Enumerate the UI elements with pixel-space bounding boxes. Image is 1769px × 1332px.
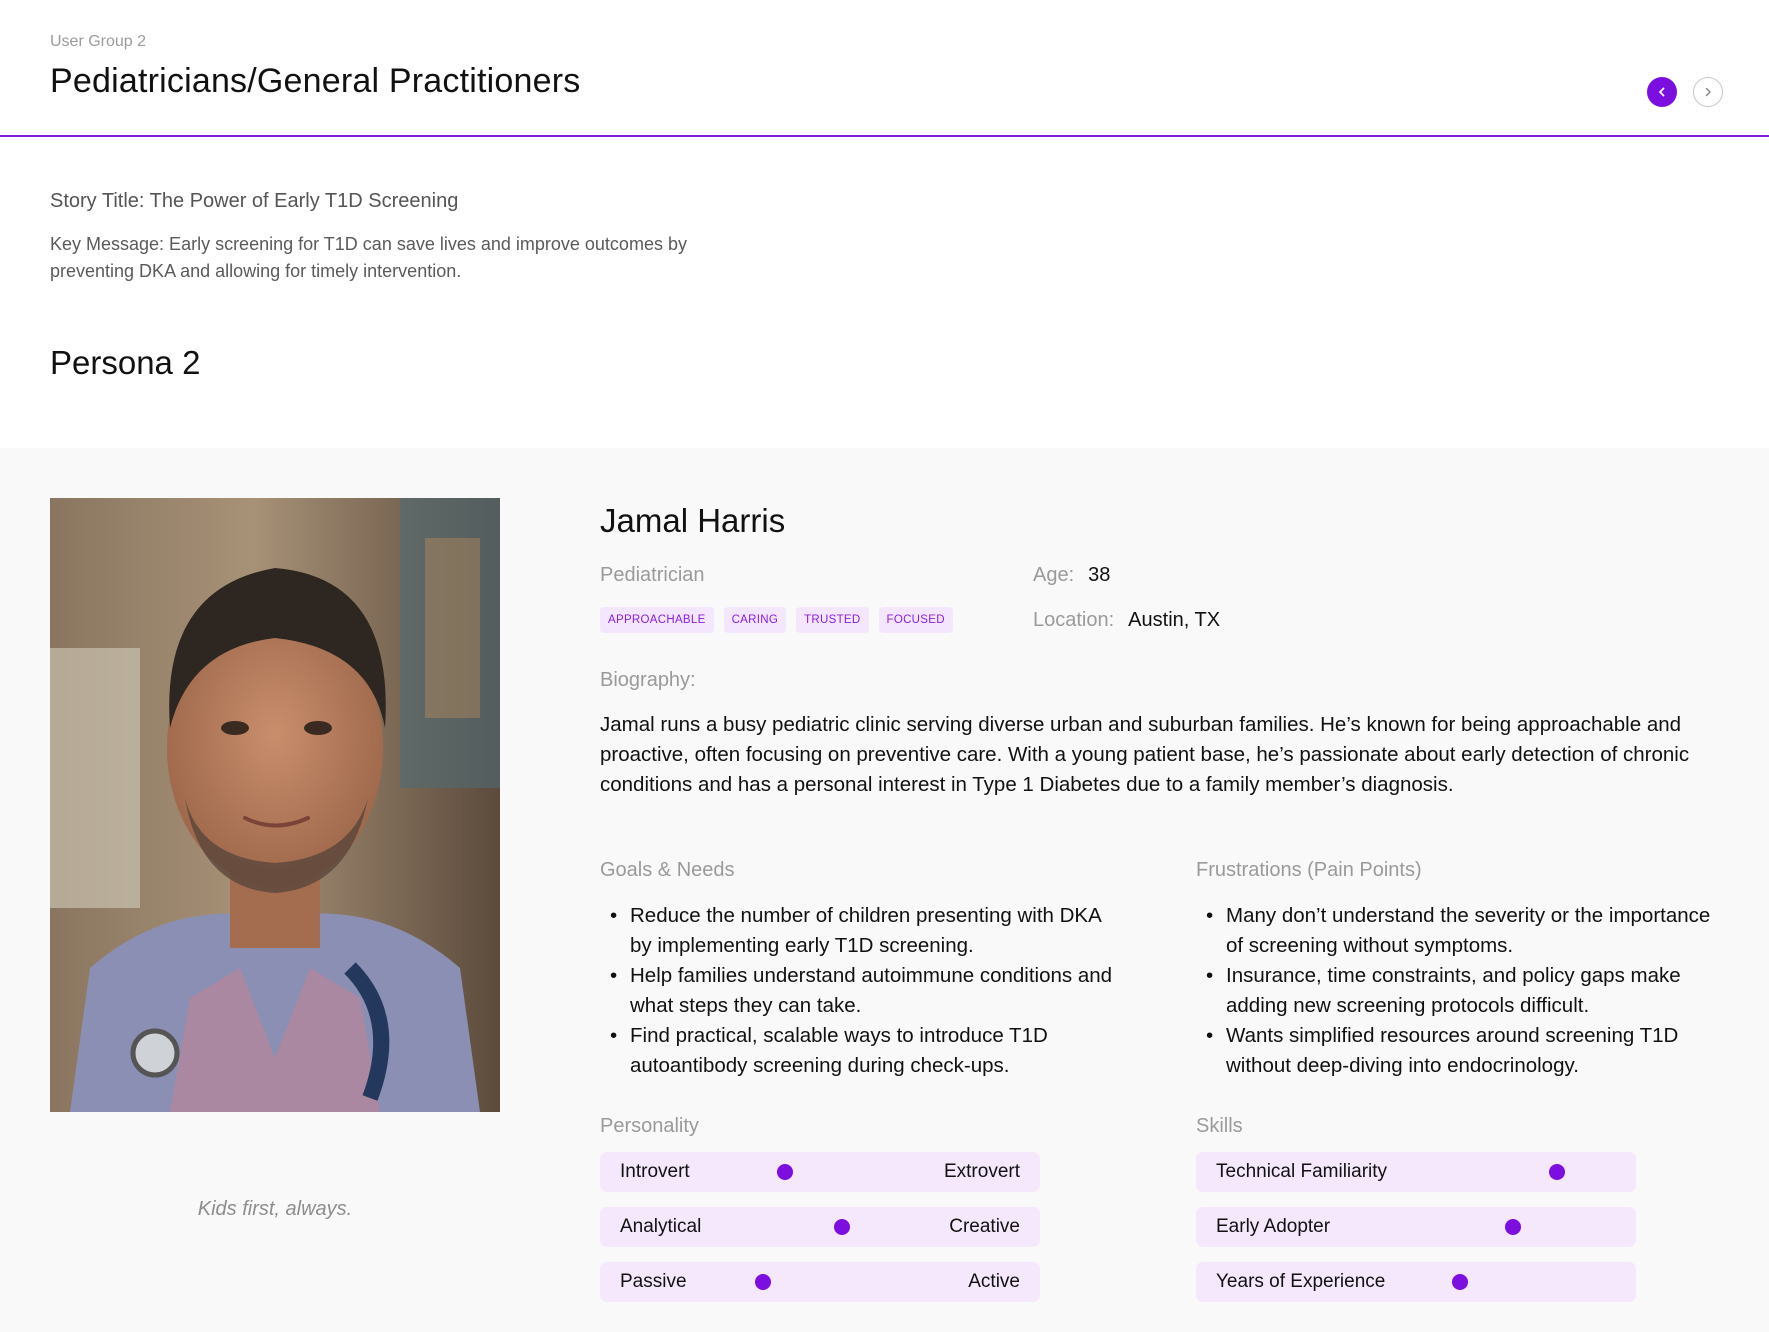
frustrations-list: Many don’t understand the severity or th… bbox=[1196, 901, 1716, 1081]
slider-dot bbox=[754, 1274, 771, 1290]
trait-tags: APPROACHABLE CARING TRUSTED FOCUSED bbox=[600, 607, 953, 633]
personality-slider-analytical-creative: Analytical Creative bbox=[600, 1207, 1040, 1247]
list-item: Insurance, time constraints, and policy … bbox=[1196, 961, 1716, 1021]
slider-dot bbox=[834, 1219, 850, 1235]
list-item: Wants simplified resources around screen… bbox=[1196, 1021, 1716, 1081]
next-button[interactable] bbox=[1693, 77, 1723, 107]
frustrations-label: Frustrations (Pain Points) bbox=[1196, 859, 1422, 881]
goals-list: Reduce the number of children presenting… bbox=[600, 901, 1120, 1081]
list-item: Find practical, scalable ways to introdu… bbox=[600, 1021, 1120, 1081]
slider-left-label: Early Adopter bbox=[1216, 1216, 1331, 1237]
age-label: Age: bbox=[1033, 564, 1075, 586]
chevron-left-icon bbox=[1659, 87, 1665, 97]
persona-name: Jamal Harris bbox=[600, 502, 786, 539]
slider-right-label: Active bbox=[968, 1271, 1020, 1292]
tag-focused: FOCUSED bbox=[878, 607, 953, 633]
tag-caring: CARING bbox=[723, 607, 787, 633]
tag-trusted: TRUSTED bbox=[796, 607, 869, 633]
location-label: Location: bbox=[1033, 609, 1115, 631]
slider-left-label: Analytical bbox=[620, 1216, 702, 1237]
list-item: Help families understand autoimmune cond… bbox=[600, 961, 1120, 1021]
list-item: Reduce the number of children presenting… bbox=[600, 901, 1120, 961]
skill-slider-technical-familiarity: Technical Familiarity bbox=[1196, 1152, 1636, 1192]
slider-dot bbox=[776, 1164, 793, 1180]
chevron-right-icon bbox=[1705, 87, 1711, 97]
age-value: 38 bbox=[1088, 564, 1111, 586]
persona-role: Pediatrician bbox=[600, 564, 705, 586]
biography-text: Jamal runs a busy pediatric clinic servi… bbox=[600, 713, 1690, 796]
previous-button[interactable] bbox=[1647, 77, 1677, 107]
slider-dot bbox=[1504, 1219, 1521, 1235]
page-header: User Group 2 Pediatricians/General Pract… bbox=[0, 0, 1769, 137]
list-item: Many don’t understand the severity or th… bbox=[1196, 901, 1716, 961]
slider-right-label: Extrovert bbox=[943, 1161, 1020, 1182]
skills-label: Skills bbox=[1196, 1115, 1243, 1137]
persona-heading: Persona 2 bbox=[50, 344, 201, 381]
personality-label: Personality bbox=[600, 1115, 699, 1137]
slider-left-label: Technical Familiarity bbox=[1216, 1161, 1388, 1182]
persona-photo bbox=[50, 498, 500, 1112]
skill-slider-years-of-experience: Years of Experience bbox=[1196, 1262, 1636, 1302]
slider-left-label: Passive bbox=[620, 1271, 687, 1292]
personality-slider-passive-active: Passive Active bbox=[600, 1262, 1040, 1302]
tag-approachable: APPROACHABLE bbox=[600, 607, 714, 633]
slider-left-label: Introvert bbox=[620, 1161, 690, 1182]
page-title: Pediatricians/General Practitioners bbox=[50, 62, 581, 100]
skill-slider-early-adopter: Early Adopter bbox=[1196, 1207, 1636, 1247]
goals-label: Goals & Needs bbox=[600, 859, 735, 881]
biography-label: Biography: bbox=[600, 669, 696, 691]
persona-quote: Kids first, always. bbox=[197, 1198, 353, 1220]
user-group-label: User Group 2 bbox=[50, 33, 147, 50]
slider-right-label: Creative bbox=[949, 1216, 1020, 1237]
story-title: Story Title: The Power of Early T1D Scre… bbox=[50, 190, 459, 212]
age-row: Age: 38 bbox=[1033, 564, 1110, 587]
slider-dot bbox=[1452, 1274, 1468, 1290]
slider-left-label: Years of Experience bbox=[1216, 1271, 1386, 1292]
slider-dot bbox=[1548, 1164, 1565, 1180]
location-row: Location: Austin, TX bbox=[1033, 609, 1220, 632]
key-message: Key Message: Early screening for T1D can… bbox=[50, 234, 687, 281]
personality-slider-introvert-extrovert: Introvert Extrovert bbox=[600, 1152, 1040, 1192]
location-value: Austin, TX bbox=[1128, 609, 1221, 631]
